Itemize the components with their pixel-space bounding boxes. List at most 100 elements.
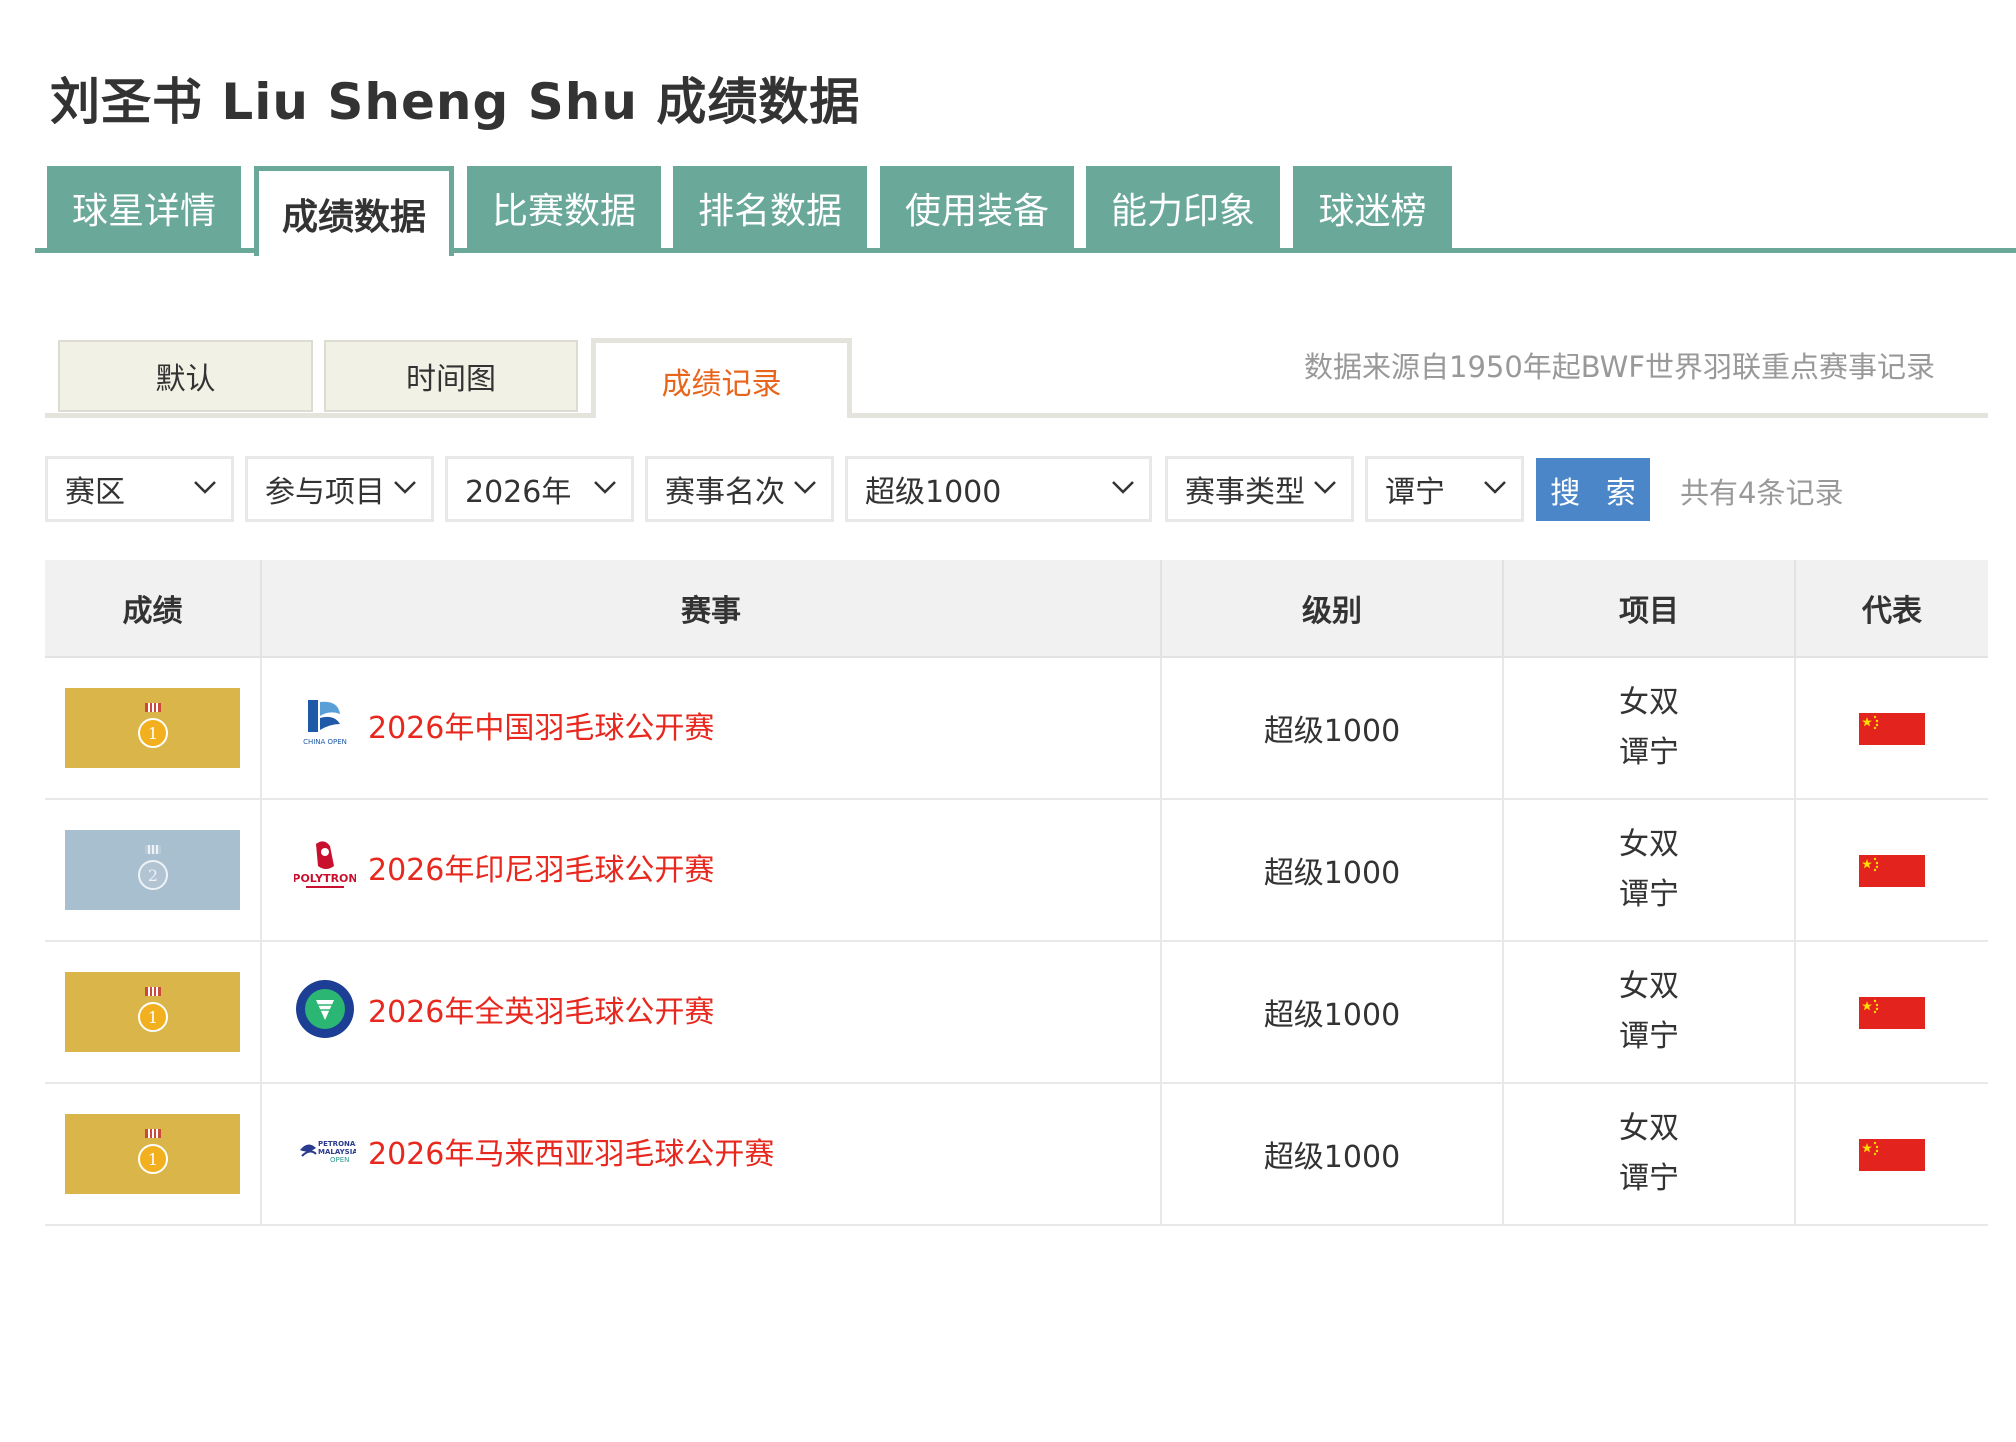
gold-medal-icon: 1: [137, 987, 168, 1032]
svg-text:POLYTRON: POLYTRON: [294, 872, 356, 885]
record-count: 共有4条记录: [1680, 476, 1844, 510]
column-header-event: 赛事: [261, 560, 1162, 658]
gold-medal-icon: 1: [137, 703, 168, 748]
column-header-result: 成绩: [45, 560, 262, 658]
tab-equipment[interactable]: 使用装备: [880, 166, 1074, 250]
chevron-down-icon: [594, 481, 616, 494]
malaysia-open-logo-icon: PETRONAS MALAYSIA OPEN: [300, 1140, 356, 1164]
level-cell: 超级1000: [1161, 1083, 1504, 1226]
subtab-default[interactable]: 默认: [58, 340, 313, 412]
column-header-item: 项目: [1503, 560, 1796, 658]
item-cell: 女双 谭宁: [1503, 1083, 1796, 1226]
china-open-logo-icon: CHINA OPEN: [303, 700, 347, 746]
gold-medal-badge: 1: [65, 972, 240, 1052]
tab-fan-ranking[interactable]: 球迷榜: [1293, 166, 1452, 250]
level-select-value: 超级1000: [865, 475, 1002, 510]
event-link[interactable]: 2026年中国羽毛球公开赛: [368, 703, 714, 747]
chevron-down-icon: [1484, 481, 1506, 494]
medal-number: 1: [147, 724, 157, 743]
level-cell: 超级1000: [1161, 799, 1504, 942]
result-cell: 1: [45, 657, 262, 800]
chevron-down-icon: [394, 481, 416, 494]
item-cell: 女双 谭宁: [1503, 799, 1796, 942]
item-cell: 女双 谭宁: [1503, 941, 1796, 1084]
svg-text:PETRONAS: PETRONAS: [318, 1140, 356, 1148]
svg-text:CHINA OPEN: CHINA OPEN: [303, 738, 347, 746]
represent-cell: [1795, 1083, 1988, 1226]
event-link[interactable]: 2026年马来西亚羽毛球公开赛: [368, 1129, 774, 1173]
year-select-value: 2026年: [465, 475, 572, 510]
gold-medal-badge: 1: [65, 688, 240, 768]
level-cell: 超级1000: [1161, 657, 1504, 800]
silver-medal-icon: 2: [137, 845, 168, 890]
tab-ranking-data[interactable]: 排名数据: [673, 166, 867, 250]
column-header-level: 级别: [1161, 560, 1504, 658]
tab-ability-impression[interactable]: 能力印象: [1086, 166, 1280, 250]
discipline-select[interactable]: 参与项目: [245, 456, 434, 522]
event-cell: 2026年全英羽毛球公开赛: [261, 941, 1162, 1084]
event-cell: POLYTRON 2026年印尼羽毛球公开赛: [261, 799, 1162, 942]
chevron-down-icon: [194, 481, 216, 494]
region-select-value: 赛区: [65, 475, 125, 510]
represent-cell: [1795, 799, 1988, 942]
represent-cell: [1795, 941, 1988, 1084]
table-row: 1 CHINA OPEN 2026年中国羽毛球公开赛 超级1000 女双谭宁: [45, 657, 1988, 800]
china-flag-icon: [1859, 855, 1925, 887]
result-cell: 2: [45, 799, 262, 942]
column-header-represent: 代表: [1795, 560, 1988, 658]
level-select[interactable]: 超级1000: [845, 456, 1152, 522]
discipline-text: 女双: [1619, 827, 1679, 862]
tab-player-details[interactable]: 球星详情: [47, 166, 241, 250]
sub-tabs-underline: [45, 413, 1988, 418]
year-select[interactable]: 2026年: [445, 456, 634, 522]
result-cell: 1: [45, 1083, 262, 1226]
all-england-logo-icon: [296, 980, 354, 1038]
medal-number: 1: [147, 1008, 157, 1027]
table-row: 1 PETRONAS MALAYSIA OPEN 2026年马来西亚羽毛球公开赛: [45, 1083, 1988, 1226]
event-type-select[interactable]: 赛事类型: [1165, 456, 1354, 522]
partner-name: 谭宁: [1619, 1019, 1679, 1054]
event-link[interactable]: 2026年全英羽毛球公开赛: [368, 987, 714, 1031]
medal-number: 2: [147, 866, 157, 885]
search-button[interactable]: 搜 索: [1536, 458, 1650, 521]
results-table: 成绩 赛事 级别 项目 代表 1 CHINA OPEN 2026年中国羽毛球公开…: [45, 560, 1988, 1226]
event-cell: PETRONAS MALAYSIA OPEN 2026年马来西亚羽毛球公开赛: [261, 1083, 1162, 1226]
discipline-select-value: 参与项目: [265, 475, 385, 510]
chevron-down-icon: [794, 481, 816, 494]
indonesia-open-logo-icon: POLYTRON: [294, 841, 356, 888]
silver-medal-badge: 2: [65, 830, 240, 910]
discipline-text: 女双: [1619, 969, 1679, 1004]
region-select[interactable]: 赛区: [45, 456, 234, 522]
placement-select-value: 赛事名次: [665, 475, 785, 510]
china-flag-icon: [1859, 1139, 1925, 1171]
china-flag-icon: [1859, 997, 1925, 1029]
tab-match-data[interactable]: 比赛数据: [467, 166, 661, 250]
table-row: 2 POLYTRON 2026年印尼羽毛球公开赛 超级1000 女双谭宁: [45, 799, 1988, 942]
partner-name: 谭宁: [1619, 877, 1679, 912]
result-cell: 1: [45, 941, 262, 1084]
placement-select[interactable]: 赛事名次: [645, 456, 834, 522]
discipline-text: 女双: [1619, 685, 1679, 720]
table-header-row: 成绩 赛事 级别 项目 代表: [45, 560, 1988, 658]
partner-select[interactable]: 谭宁: [1365, 456, 1524, 522]
item-cell: 女双 谭宁: [1503, 657, 1796, 800]
subtab-result-records[interactable]: 成绩记录: [591, 338, 852, 418]
gold-medal-icon: 1: [137, 1129, 168, 1174]
china-flag-icon: [1859, 713, 1925, 745]
main-tabs: 球星详情 成绩数据 比赛数据 排名数据 使用装备 能力印象 球迷榜: [35, 166, 2016, 256]
tab-results-data[interactable]: 成绩数据: [254, 166, 454, 256]
chevron-down-icon: [1314, 481, 1336, 494]
svg-text:MALAYSIA: MALAYSIA: [318, 1148, 356, 1156]
event-link[interactable]: 2026年印尼羽毛球公开赛: [368, 845, 714, 889]
subtab-timeline-chart[interactable]: 时间图: [324, 340, 578, 412]
page-title: 刘圣书 Liu Sheng Shu 成绩数据: [50, 73, 861, 131]
level-cell: 超级1000: [1161, 941, 1504, 1084]
partner-select-value: 谭宁: [1385, 475, 1445, 510]
chevron-down-icon: [1112, 481, 1134, 494]
discipline-text: 女双: [1619, 1111, 1679, 1146]
event-cell: CHINA OPEN 2026年中国羽毛球公开赛: [261, 657, 1162, 800]
medal-number: 1: [147, 1150, 157, 1169]
event-type-select-value: 赛事类型: [1185, 475, 1305, 510]
partner-name: 谭宁: [1619, 735, 1679, 770]
data-source-note: 数据来源自1950年起BWF世界羽联重点赛事记录: [1304, 350, 1936, 384]
